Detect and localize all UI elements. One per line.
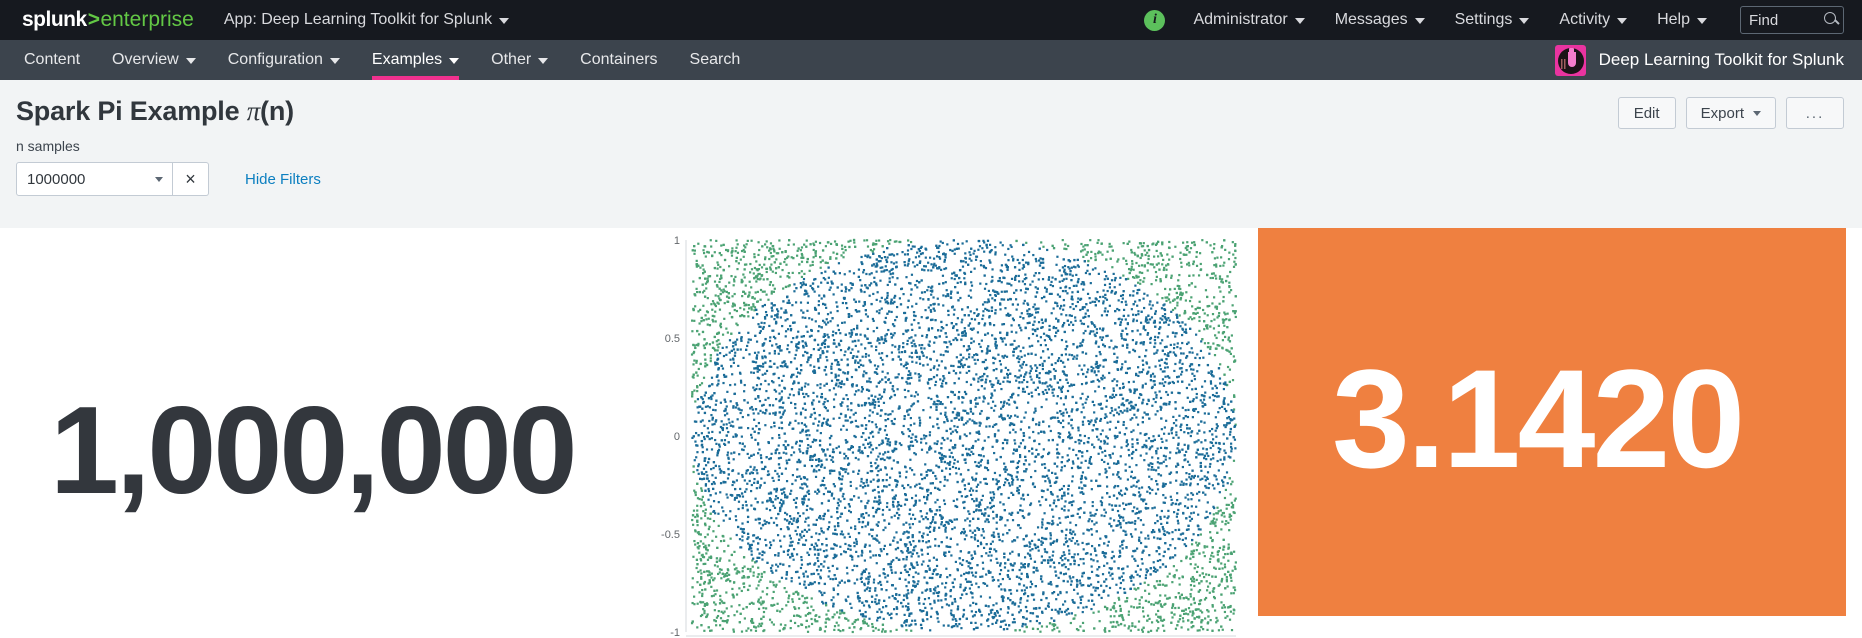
menu-messages-label: Messages (1334, 11, 1408, 28)
y-tick-label: -1 (670, 627, 680, 638)
scatter-plot-wrapper: -1-0.500.51-1-0.8-0.6-0.4-0.200.20.40.60… (638, 228, 1246, 638)
menu-settings[interactable]: Settings (1440, 11, 1545, 29)
hide-filters-link[interactable]: Hide Filters (245, 171, 321, 188)
search-icon (1824, 12, 1836, 24)
y-tick-label: 0.5 (665, 333, 680, 345)
nav-item-containers[interactable]: Containers (564, 40, 673, 80)
menu-activity[interactable]: Activity (1544, 11, 1642, 29)
menu-activity-label: Activity (1559, 11, 1611, 28)
nav-item-content-label: Content (24, 51, 81, 68)
pi-estimate-value: 3.1420 (1332, 340, 1745, 497)
dashboard-header: Spark Pi Example π(n) n samples 1000000 … (0, 80, 1862, 228)
more-actions-label: ... (1805, 104, 1825, 122)
nav-item-containers-label: Containers (580, 51, 658, 68)
logo-text-gt: > (87, 8, 100, 31)
nav-item-other-label: Other (491, 51, 532, 68)
nav-item-other[interactable]: Other (475, 40, 564, 80)
search-input[interactable] (1749, 11, 1821, 29)
filter-row: 1000000 × Hide Filters (16, 162, 1842, 196)
menu-messages[interactable]: Messages (1320, 11, 1440, 29)
export-button-label: Export (1700, 104, 1744, 122)
nav-item-examples-label: Examples (371, 51, 443, 68)
chevron-down-icon (1294, 18, 1305, 24)
splunk-logo[interactable]: splunk > enterprise (22, 8, 194, 32)
find-search-box[interactable] (1740, 6, 1844, 34)
page-title: Spark Pi Example π(n) (16, 96, 1842, 127)
nav-item-search-label: Search (689, 51, 741, 68)
n-samples-dropdown[interactable]: 1000000 (16, 162, 173, 196)
y-tick-label: -0.5 (661, 529, 680, 541)
nav-item-content[interactable]: Content (8, 40, 96, 80)
page-title-main: Spark Pi Example (16, 96, 247, 126)
edit-button-label: Edit (1633, 104, 1660, 122)
y-tick-label: 0 (674, 431, 680, 443)
nav-item-configuration-label: Configuration (227, 51, 323, 68)
scatter-plot-svg: -1-0.500.51-1-0.8-0.6-0.4-0.200.20.40.60… (661, 235, 1237, 638)
more-actions-button[interactable]: ... (1786, 97, 1844, 129)
panel-sample-count: 1,000,000 (16, 228, 626, 638)
close-icon: × (185, 169, 196, 189)
sample-count-value: 1,000,000 (50, 382, 578, 520)
panel-scatter-plot: -1-0.500.51-1-0.8-0.6-0.4-0.200.20.40.60… (638, 228, 1246, 638)
chevron-down-icon (538, 58, 549, 64)
app-title: Deep Learning Toolkit for Splunk (1598, 50, 1844, 69)
scatter-series-inside-circle (691, 239, 1237, 632)
clear-filter-button[interactable]: × (173, 162, 209, 196)
app-context-label: App: Deep Learning Toolkit for Splunk (223, 11, 493, 28)
app-navigation-bar: Content Overview Configuration Examples … (0, 40, 1862, 80)
export-button[interactable]: Export (1685, 97, 1776, 129)
dashboard-actions: Edit Export ... (1617, 97, 1844, 129)
chevron-down-icon (449, 58, 460, 64)
filter-label-n-samples: n samples (16, 138, 80, 154)
chevron-down-icon (1697, 18, 1707, 24)
top-bar-right-group: i Administrator Messages Settings Activi… (1144, 6, 1844, 34)
pi-symbol: π (246, 96, 261, 126)
chevron-down-icon (1617, 18, 1628, 24)
deep-learning-toolkit-app-icon (1554, 44, 1586, 76)
logo-text-splunk: splunk (22, 8, 87, 31)
chevron-down-icon (1414, 18, 1425, 24)
nav-item-overview[interactable]: Overview (96, 40, 212, 80)
menu-administrator[interactable]: Administrator (1178, 11, 1319, 29)
edit-button[interactable]: Edit (1617, 97, 1676, 129)
top-navigation-bar: splunk > enterprise App: Deep Learning Too… (0, 0, 1862, 40)
chevron-down-icon (1753, 110, 1761, 116)
n-samples-dropdown-value: 1000000 (27, 170, 86, 188)
nav-item-search[interactable]: Search (674, 40, 757, 80)
dashboard-panel-row: 1,000,000 -1-0.500.51-1-0.8-0.6-0.4-0.20… (0, 228, 1862, 638)
page-title-tail: (n) (260, 96, 294, 126)
chevron-down-icon (329, 58, 340, 64)
menu-help-label: Help (1657, 11, 1690, 28)
app-branding: Deep Learning Toolkit for Splunk (1554, 40, 1862, 80)
nav-item-configuration[interactable]: Configuration (212, 40, 356, 80)
app-icon-bars (1560, 58, 1567, 69)
app-context-menu[interactable]: App: Deep Learning Toolkit for Splunk (223, 11, 510, 29)
menu-help[interactable]: Help (1642, 11, 1722, 29)
menu-administrator-label: Administrator (1193, 11, 1288, 28)
nav-item-examples[interactable]: Examples (356, 40, 475, 80)
app-icon-flask (1567, 47, 1576, 67)
chevron-down-icon (155, 176, 163, 182)
logo-text-enterprise: enterprise (100, 8, 194, 31)
panel-pi-estimate: 3.1420 (1258, 228, 1846, 616)
chevron-down-icon (185, 58, 196, 64)
nav-item-overview-label: Overview (112, 51, 179, 68)
info-icon[interactable]: i (1144, 9, 1166, 31)
y-tick-label: 1 (674, 235, 680, 247)
chevron-down-icon (1519, 18, 1530, 24)
chevron-down-icon (499, 18, 510, 24)
menu-settings-label: Settings (1454, 11, 1513, 28)
